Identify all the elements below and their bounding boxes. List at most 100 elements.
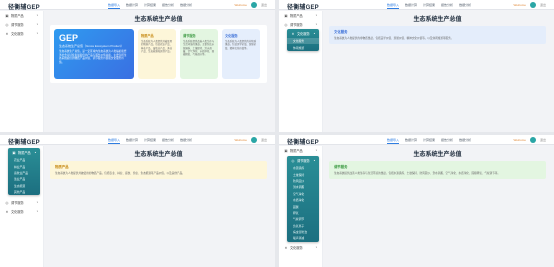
avatar[interactable]: [529, 137, 536, 143]
gep-subtitle: 生态系统生产总值（Gross Ecosystem Product）: [59, 44, 124, 48]
overview-panel: 径衡辅GEP 数据导入 数据计算 计算结果 报告分析 数据分析 Welcome …: [0, 0, 275, 132]
globe-icon: ◎: [5, 200, 9, 205]
avatar[interactable]: [250, 2, 257, 8]
dropdown-header-products[interactable]: ▣ 物质产品 ▴: [8, 148, 40, 157]
nav-item-analysis[interactable]: 数据分析: [180, 3, 192, 9]
page-title: 生态系统生产总值: [413, 152, 462, 158]
logout-link[interactable]: 退出: [261, 138, 267, 142]
nav-item-import[interactable]: 数据导入: [387, 138, 400, 144]
user-name: Welcome: [234, 138, 247, 142]
nav-item-calc[interactable]: 数据计算: [405, 3, 417, 9]
dropdown-header-label: 物质产品: [18, 151, 31, 155]
page-title: 生态系统生产总值: [413, 17, 462, 23]
globe-icon: ◎: [291, 158, 295, 163]
brand-logo[interactable]: 径衡辅GEP: [287, 2, 319, 11]
dropdown-sub-item[interactable]: 其他产品: [8, 189, 40, 195]
chevron-down-icon: ▾: [36, 210, 38, 213]
chevron-down-icon: ▾: [36, 23, 38, 26]
regulation-dropdown: ◎ 调节服务 ▴ 水源涵养 土壤保持 防风固沙 洪水调蓄 空气净化 水质净化 固…: [287, 156, 319, 242]
sidebar-item-products[interactable]: ▣ 物质产品 ▾: [0, 11, 43, 20]
logout-link[interactable]: 退出: [540, 138, 546, 142]
logout-link[interactable]: 退出: [261, 3, 267, 7]
page-title: 生态系统生产总值: [134, 152, 183, 158]
info-title: 物质产品: [55, 165, 69, 169]
sidebar-item-culture[interactable]: ✕ 文化服务 ▾: [0, 29, 43, 38]
sidebar-item-regulation[interactable]: ◎ 调节服务 ▾: [279, 20, 322, 29]
nav-item-report[interactable]: 报告分析: [441, 3, 453, 9]
nav-item-report[interactable]: 报告分析: [162, 138, 174, 144]
avatar[interactable]: [529, 2, 536, 8]
sidebar-item-regulation[interactable]: ◎ 调节服务 ▾: [0, 198, 43, 207]
dropdown-header-culture[interactable]: ✕ 文化服务 ▴: [287, 29, 319, 38]
dropdown-header-label: 文化服务: [297, 32, 310, 36]
chevron-down-icon: ▾: [36, 14, 38, 17]
user-area: Welcome 退出: [514, 2, 546, 8]
nav-item-import[interactable]: 数据导入: [387, 3, 400, 9]
tools-icon: ✕: [291, 31, 295, 36]
box-icon: ▣: [284, 148, 288, 153]
sidebar-item-label: 文化服务: [11, 32, 24, 36]
sidebar-item-products[interactable]: ▣ 物质产品 ▾: [279, 146, 322, 155]
sidebar-item-label: 物质产品: [290, 149, 303, 153]
sidebar-item-label: 调节服务: [11, 201, 24, 205]
nav-item-result[interactable]: 计算结果: [423, 3, 435, 9]
nav-item-result[interactable]: 计算结果: [144, 138, 156, 144]
globe-icon: ◎: [5, 22, 9, 27]
sidebar-item-label: 文化服务: [11, 210, 24, 214]
top-nav: 数据导入 数据计算 计算结果 报告分析 数据分析: [108, 138, 192, 144]
top-nav: 数据导入 数据计算 计算结果 报告分析 数据分析: [108, 3, 192, 9]
nav-item-report[interactable]: 报告分析: [441, 138, 453, 144]
nav-item-analysis[interactable]: 数据分析: [459, 3, 471, 9]
card-description: 生态系统为人类提供的非物质惠益，包括美学价值、游憩价值、精神文化价值等。: [225, 40, 257, 50]
sidebar-item-culture[interactable]: ✕ 文化服务 ▾: [0, 207, 43, 216]
sidebar: ▣ 物质产品 ▾ ◎ 调节服务 ▾ ✕ 文化服务 ▾: [0, 11, 44, 132]
avatar[interactable]: [250, 137, 257, 143]
gep-description: 生态系统生产总值，是一定区域内生态系统为人类福祉和经济社会可持续发展提供的产品与…: [59, 50, 127, 64]
nav-item-analysis[interactable]: 数据分析: [459, 138, 471, 144]
chevron-down-icon: ▾: [315, 149, 317, 152]
card-title: 调节服务: [183, 34, 196, 38]
nav-item-calc[interactable]: 数据计算: [405, 138, 417, 144]
chevron-up-icon: ▴: [34, 151, 36, 154]
top-bar: 径衡辅GEP 数据导入 数据计算 计算结果 报告分析 数据分析 Welcome …: [0, 135, 275, 146]
products-panel: 径衡辅GEP 数据导入 数据计算 计算结果 报告分析 数据分析 Welcome …: [0, 135, 275, 267]
nav-item-import[interactable]: 数据导入: [108, 138, 121, 144]
nav-item-report[interactable]: 报告分析: [162, 3, 174, 9]
dropdown-sub-item[interactable]: 休闲旅游: [287, 44, 319, 50]
top-nav: 数据导入 数据计算 计算结果 报告分析 数据分析: [387, 3, 471, 9]
card-title: 物质产品: [141, 34, 154, 38]
nav-item-calc[interactable]: 数据计算: [126, 138, 138, 144]
sidebar-item-products[interactable]: ▣ 物质产品 ▾: [279, 11, 322, 20]
dropdown-header-label: 调节服务: [297, 159, 310, 163]
info-description: 生态系统为人类提供并被使用的物质产品，包括农业、林业、畜牧、渔业、生态能源等产品…: [55, 172, 185, 175]
top-bar: 径衡辅GEP 数据导入 数据计算 计算结果 报告分析 数据分析 Welcome …: [0, 0, 275, 11]
sidebar-item-regulation[interactable]: ◎ 调节服务 ▾: [0, 20, 43, 29]
card-title: 文化服务: [225, 34, 238, 38]
info-title: 调节服务: [334, 165, 348, 169]
card-products[interactable]: 物质产品 生态系统为人类提供并被使用的物质产品，包括农业产品、林业产品、畜牧业产…: [138, 29, 176, 79]
regulation-panel: 径衡辅GEP 数据导入 数据计算 计算结果 报告分析 数据分析 Welcome …: [279, 135, 554, 267]
nav-item-result[interactable]: 计算结果: [423, 138, 435, 144]
brand-logo[interactable]: 径衡辅GEP: [287, 137, 319, 146]
card-regulation[interactable]: 调节服务 生态系统提供改善人类生存与生活环境的惠益，主要包括水源涵养、土壤保持、…: [180, 29, 218, 79]
brand-logo[interactable]: 径衡辅GEP: [8, 2, 40, 11]
nav-item-result[interactable]: 计算结果: [144, 3, 156, 9]
gep-main-card[interactable]: GEP 生态系统生产总值（Gross Ecosystem Product） 生态…: [54, 29, 134, 79]
globe-icon: ◎: [284, 22, 288, 27]
nav-item-calc[interactable]: 数据计算: [126, 3, 138, 9]
user-area: Welcome 退出: [235, 137, 267, 143]
top-bar: 径衡辅GEP 数据导入 数据计算 计算结果 报告分析 数据分析 Welcome …: [279, 135, 554, 146]
brand-logo[interactable]: 径衡辅GEP: [8, 137, 40, 146]
user-name: Welcome: [513, 3, 526, 7]
card-culture[interactable]: 文化服务 生态系统为人类提供的非物质惠益，包括美学价值、游憩价值、精神文化价值等…: [222, 29, 260, 79]
info-description: 生态系统提供改善人类生存与生活环境的惠益，包括水源涵养、土壤保持、防风固沙、洪水…: [334, 172, 500, 175]
logout-link[interactable]: 退出: [540, 3, 546, 7]
dropdown-header-regulation[interactable]: ◎ 调节服务 ▴: [287, 156, 319, 165]
chevron-down-icon: ▾: [36, 32, 38, 35]
sidebar-item-label: 调节服务: [290, 23, 303, 27]
nav-item-analysis[interactable]: 数据分析: [180, 138, 192, 144]
dropdown-sub-item[interactable]: 噪声消减: [287, 235, 319, 241]
sidebar-item-culture[interactable]: ✕ 文化服务 ▾: [279, 243, 322, 252]
box-icon: ▣: [5, 13, 9, 18]
nav-item-import[interactable]: 数据导入: [108, 3, 121, 9]
